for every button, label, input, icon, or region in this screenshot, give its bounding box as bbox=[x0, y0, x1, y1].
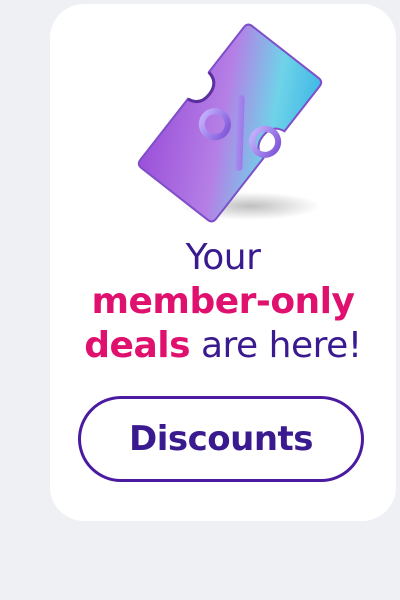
headline-accent-deals: deals bbox=[84, 325, 191, 366]
promo-card: Your member-only deals are here! Discoun… bbox=[50, 4, 396, 521]
headline-line-3: deals are here! bbox=[50, 324, 396, 368]
headline-accent-member-only: member-only bbox=[91, 281, 356, 322]
percent-ticket-icon bbox=[130, 18, 330, 228]
headline-rest: are here! bbox=[190, 325, 362, 366]
headline-line-1: Your bbox=[185, 237, 261, 278]
discounts-button[interactable]: Discounts bbox=[78, 396, 364, 482]
promo-headline: Your member-only deals are here! bbox=[50, 236, 396, 368]
